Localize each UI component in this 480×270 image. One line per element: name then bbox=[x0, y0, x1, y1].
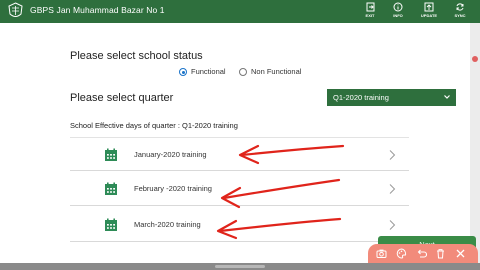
calendar-icon bbox=[105, 182, 117, 195]
training-item-march[interactable]: March-2020 training bbox=[70, 208, 409, 242]
radio-functional[interactable] bbox=[179, 68, 187, 76]
radio-functional-label[interactable]: Functional bbox=[191, 67, 226, 76]
camera-icon[interactable] bbox=[376, 248, 387, 259]
calendar-icon bbox=[105, 148, 117, 161]
trash-icon[interactable] bbox=[435, 248, 446, 259]
home-indicator[interactable] bbox=[215, 265, 265, 268]
chevron-down-icon bbox=[444, 95, 450, 99]
update-button[interactable]: UPDATE bbox=[416, 2, 442, 22]
app-bar: GBPS Jan Muhammad Bazar No 1 EXIT INFO U… bbox=[0, 0, 480, 23]
sync-label: SYNC bbox=[454, 13, 466, 18]
school-logo-icon bbox=[8, 2, 23, 17]
exit-label: EXIT bbox=[365, 13, 375, 18]
quarter-select-value: Q1-2020 training bbox=[333, 93, 389, 102]
training-item-label: March-2020 training bbox=[134, 220, 201, 229]
chevron-right-icon bbox=[389, 150, 396, 160]
quarter-select[interactable]: Q1-2020 training bbox=[327, 89, 456, 106]
undo-icon[interactable] bbox=[416, 248, 427, 259]
palette-icon[interactable] bbox=[396, 248, 407, 259]
app-title: GBPS Jan Muhammad Bazar No 1 bbox=[30, 5, 165, 15]
training-item-label: January-2020 training bbox=[134, 150, 207, 159]
quarter-label: Please select quarter bbox=[70, 92, 174, 104]
calendar-icon bbox=[105, 218, 117, 231]
exit-icon bbox=[366, 2, 374, 12]
info-icon bbox=[393, 2, 403, 12]
radio-non-functional-label[interactable]: Non Functional bbox=[251, 67, 301, 76]
radio-non-functional[interactable] bbox=[239, 68, 247, 76]
status-label: Please select school status bbox=[70, 50, 203, 62]
training-item-february[interactable]: February -2020 training bbox=[70, 172, 409, 206]
edge-indicator bbox=[472, 56, 478, 62]
effective-days-label: School Effective days of quarter : Q1-20… bbox=[70, 121, 238, 130]
chevron-right-icon bbox=[389, 184, 396, 194]
update-label: UPDATE bbox=[420, 13, 438, 18]
system-nav-bar bbox=[0, 263, 480, 270]
training-item-january[interactable]: January-2020 training bbox=[70, 137, 409, 171]
info-label: INFO bbox=[393, 13, 403, 18]
sync-icon bbox=[456, 3, 464, 11]
training-item-label: February -2020 training bbox=[134, 184, 212, 193]
close-icon[interactable] bbox=[455, 248, 466, 259]
exit-button[interactable]: EXIT bbox=[357, 2, 383, 22]
screen-toolbar bbox=[368, 244, 478, 263]
chevron-right-icon bbox=[389, 220, 396, 230]
sync-button[interactable]: SYNC bbox=[447, 2, 473, 22]
update-icon bbox=[424, 2, 434, 12]
info-button[interactable]: INFO bbox=[385, 2, 411, 22]
